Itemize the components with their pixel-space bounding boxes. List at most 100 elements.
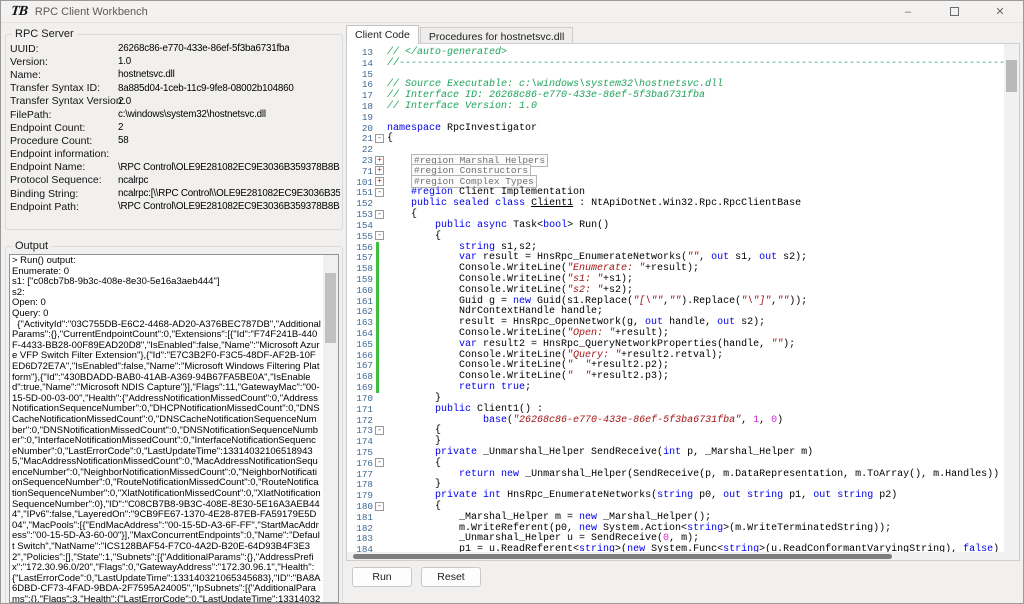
fold-collapse-icon[interactable]: -: [375, 502, 384, 511]
reset-button[interactable]: Reset: [421, 567, 481, 587]
server-field-value: ncalrpc:[\\RPC Control\\OLE9E281082EC9E3…: [118, 188, 340, 199]
code-text: var result = HnsRpc_EnumerateNetworks(""…: [387, 252, 807, 263]
fold-collapse-icon[interactable]: -: [375, 458, 384, 467]
fold-margin: [373, 534, 387, 545]
run-button[interactable]: Run: [352, 567, 412, 587]
line-number: 166: [347, 350, 373, 361]
fold-margin: [373, 58, 387, 69]
server-field-value: c:\windows\system32\hostnetsvc.dll: [118, 109, 266, 120]
output-scrollbar[interactable]: [323, 255, 338, 602]
line-number: 151: [347, 187, 373, 198]
server-field-row: Procedure Count:58: [10, 134, 340, 147]
code-lines: 13// </auto-generated>14//--------------…: [347, 47, 1003, 555]
code-text: Console.WriteLine(" "+result2.p3);: [387, 371, 669, 382]
editor-hscrollbar-thumb[interactable]: [353, 554, 892, 559]
fold-collapse-icon[interactable]: -: [375, 231, 384, 240]
server-field-label: UUID:: [10, 43, 118, 55]
fold-collapse-icon[interactable]: -: [375, 134, 384, 143]
code-line: 151- #region Client Implementation: [347, 188, 1003, 199]
code-line: 175 private _Unmarshal_Helper SendReceiv…: [347, 447, 1003, 458]
code-line: 157 var result = HnsRpc_EnumerateNetwork…: [347, 252, 1003, 263]
fold-expand-icon[interactable]: +: [375, 156, 384, 165]
fold-margin: -: [373, 188, 387, 199]
code-text: }: [387, 393, 441, 404]
code-text: {: [387, 133, 393, 144]
server-field-value: 26268c86-e770-433e-86ef-5f3ba6731fba: [118, 43, 289, 54]
line-number: 20: [347, 123, 373, 134]
code-text: {: [387, 231, 441, 242]
maximize-button[interactable]: [931, 1, 977, 22]
editor-hscrollbar[interactable]: [347, 552, 1004, 560]
output-textbox[interactable]: > Run() output: Enumerate: 0 s1: ["c08cb…: [9, 254, 339, 603]
code-line: 181 _Marshal_Helper m = new _Marshal_Hel…: [347, 512, 1003, 523]
server-field-value: 1.0: [118, 56, 131, 67]
code-text: public Client1() :: [387, 404, 543, 415]
maximize-icon: [950, 7, 959, 16]
fold-margin: [373, 296, 387, 307]
editor-vscrollbar[interactable]: [1004, 44, 1019, 560]
tab-client-code[interactable]: Client Code: [346, 25, 419, 44]
fold-margin: [373, 263, 387, 274]
server-field-row: FilePath:c:\windows\system32\hostnetsvc.…: [10, 108, 340, 121]
fold-margin: -: [373, 209, 387, 220]
fold-expand-icon[interactable]: +: [375, 166, 384, 175]
code-text: {: [387, 425, 441, 436]
code-line: 15: [347, 69, 1003, 80]
line-number: 183: [347, 533, 373, 544]
line-number: 17: [347, 90, 373, 101]
line-number: 153: [347, 209, 373, 220]
server-field-value: \RPC Control\OLE9E281082EC9E3036B359378B…: [118, 201, 340, 212]
line-number: 176: [347, 458, 373, 469]
fold-margin: -: [373, 425, 387, 436]
code-text: #region Client Implementation: [387, 187, 585, 198]
code-text: // Interface Version: 1.0: [387, 101, 537, 112]
code-text: Guid g = new Guid(s1.Replace("[\"","").R…: [387, 296, 807, 307]
code-line: 172 base("26268c86-e770-433e-86ef-5f3ba6…: [347, 415, 1003, 426]
server-field-label: Binding String:: [10, 188, 118, 200]
fold-collapse-icon[interactable]: -: [375, 188, 384, 197]
code-text: {: [387, 458, 441, 469]
fold-margin: [373, 198, 387, 209]
fold-margin: [373, 361, 387, 372]
code-line: 14//------------------------------------…: [347, 58, 1003, 69]
close-button[interactable]: ✕: [977, 1, 1023, 22]
fold-collapse-icon[interactable]: -: [375, 210, 384, 219]
code-text: Console.WriteLine("s2: "+s2);: [387, 285, 633, 296]
code-text: return true;: [387, 382, 531, 393]
server-field-row: Version:1.0: [10, 55, 340, 68]
line-number: 71: [347, 166, 373, 177]
fold-margin: [373, 404, 387, 415]
fold-margin: [373, 317, 387, 328]
editor-vscrollbar-thumb[interactable]: [1006, 60, 1017, 92]
fold-expand-icon[interactable]: +: [375, 177, 384, 186]
line-number: 174: [347, 436, 373, 447]
code-text: private _Unmarshal_Helper SendReceive(in…: [387, 447, 813, 458]
fold-margin: [373, 69, 387, 80]
server-field-label: Transfer Syntax Version:: [10, 95, 118, 107]
line-number: 158: [347, 263, 373, 274]
code-line: 164 Console.WriteLine("Open: "+result);: [347, 328, 1003, 339]
code-line: 16// Source Executable: c:\windows\syste…: [347, 79, 1003, 90]
window-controls: – ✕: [885, 1, 1023, 22]
code-line: 178 }: [347, 480, 1003, 491]
fold-collapse-icon[interactable]: -: [375, 426, 384, 435]
line-number: 160: [347, 285, 373, 296]
code-editor[interactable]: 13// </auto-generated>14//--------------…: [346, 43, 1020, 561]
fold-margin: [373, 123, 387, 134]
fold-margin: [373, 480, 387, 491]
tab-procedures[interactable]: Procedures for hostnetsvc.dll: [420, 27, 573, 44]
server-field-value: 8a885d04-1ceb-11c9-9fe8-08002b104860: [118, 83, 294, 94]
change-bar: [376, 252, 379, 263]
code-text: {: [387, 209, 417, 220]
code-line: 177 return new _Unmarshal_Helper(SendRec…: [347, 469, 1003, 480]
rpc-server-group-label: RPC Server: [12, 28, 77, 40]
code-line: 154 public async Task<bool> Run(): [347, 220, 1003, 231]
code-line: 166 Console.WriteLine("Query: "+result2.…: [347, 350, 1003, 361]
code-line: 156 string s1,s2;: [347, 242, 1003, 253]
code-text: //--------------------------------------…: [387, 58, 1020, 69]
fold-margin: -: [373, 134, 387, 145]
output-scrollbar-thumb[interactable]: [325, 273, 336, 343]
fold-margin: [373, 350, 387, 361]
minimize-button[interactable]: –: [885, 1, 931, 22]
code-text: Console.WriteLine("Query: "+result2.retv…: [387, 350, 723, 361]
